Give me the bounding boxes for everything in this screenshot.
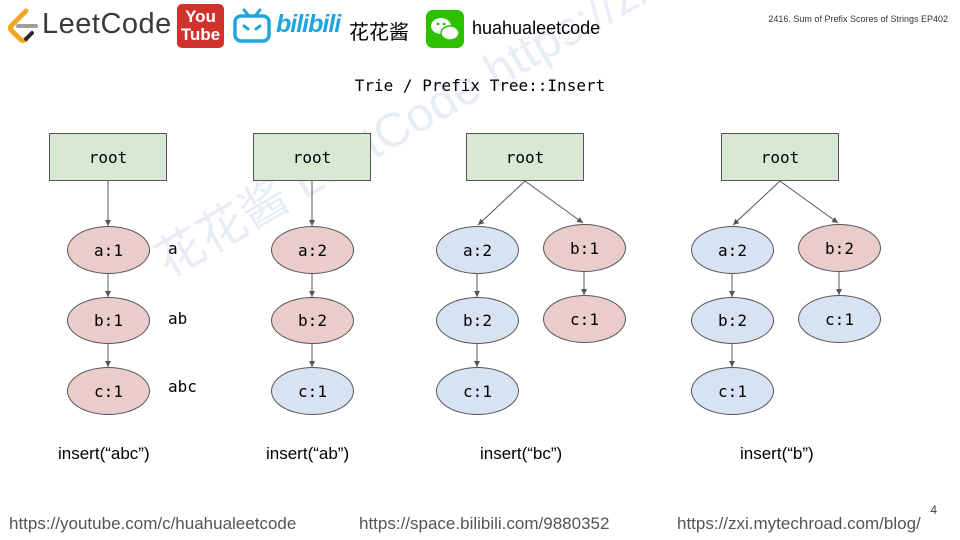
footer-bilibili-link[interactable]: https://space.bilibili.com/9880352 <box>359 514 609 534</box>
d2-node-c: c:1 <box>271 367 354 415</box>
d1-root-node: root <box>49 133 167 181</box>
d1-node-a: a:1 <box>67 226 150 274</box>
d2-caption: insert(“ab”) <box>266 444 350 463</box>
d4-node-bc: c:1 <box>798 295 881 343</box>
d3-node-abc: c:1 <box>436 367 519 415</box>
page-number: 4 <box>930 503 937 517</box>
d4-root-node: root <box>721 133 839 181</box>
d3-node-a: a:2 <box>436 226 519 274</box>
d3-root-node: root <box>466 133 584 181</box>
d4-node-ab: b:2 <box>691 297 774 344</box>
d1-caption: insert(“abc”) <box>58 444 150 463</box>
d4-node-b: b:2 <box>798 224 881 272</box>
d3-node-ab: b:2 <box>436 297 519 344</box>
footer-youtube-link[interactable]: https://youtube.com/c/huahualeetcode <box>9 514 296 534</box>
d2-node-a: a:2 <box>271 226 354 274</box>
d4-node-abc: c:1 <box>691 367 774 415</box>
d1-prefix-ab: ab <box>168 309 188 328</box>
d2-root-node: root <box>253 133 371 181</box>
d4-node-a: a:2 <box>691 226 774 274</box>
d1-node-b: b:1 <box>67 297 150 344</box>
d2-node-b: b:2 <box>271 297 354 344</box>
d1-prefix-a: a <box>168 239 178 258</box>
d3-node-b: b:1 <box>543 224 626 272</box>
d3-node-bc: c:1 <box>543 295 626 343</box>
footer-blog-link[interactable]: https://zxi.mytechroad.com/blog/ <box>677 514 921 534</box>
d4-caption: insert(“b”) <box>740 444 814 463</box>
d1-prefix-abc: abc <box>168 377 197 396</box>
d1-node-c: c:1 <box>67 367 150 415</box>
d3-caption: insert(“bc”) <box>480 444 563 463</box>
